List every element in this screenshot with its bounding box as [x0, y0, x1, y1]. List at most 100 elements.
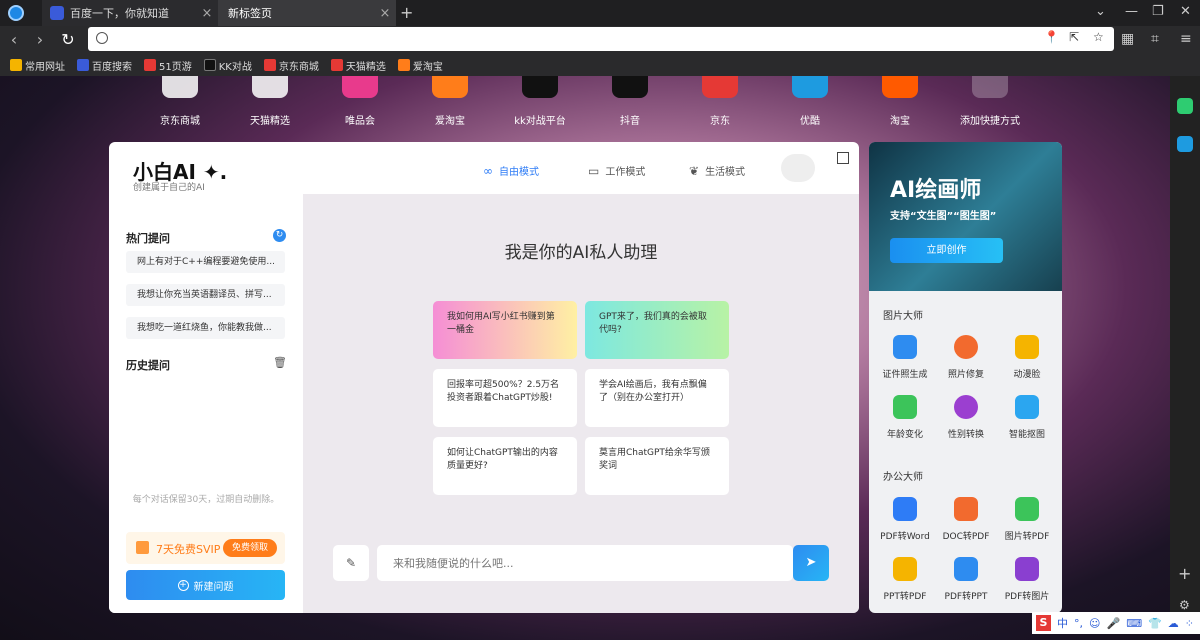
- tool-image-to-pdf[interactable]: 图片转PDF: [996, 497, 1058, 542]
- sogou-logo-icon[interactable]: S: [1036, 615, 1052, 631]
- back-button[interactable]: ‹: [4, 30, 24, 49]
- ime-skin-icon[interactable]: 👕: [1148, 617, 1162, 630]
- tool-age-change[interactable]: 年龄变化: [874, 395, 936, 440]
- rail-add-icon[interactable]: +: [1178, 564, 1191, 583]
- bookmark-frequent[interactable]: 常用网址: [10, 58, 65, 73]
- apps-grid-icon[interactable]: ▦: [1121, 31, 1134, 47]
- ime-cloud-icon[interactable]: ☁: [1168, 617, 1179, 630]
- clear-broom-icon[interactable]: ✎: [333, 545, 369, 581]
- forward-button[interactable]: ›: [30, 30, 50, 49]
- monitor-icon: ▭: [588, 163, 600, 178]
- refresh-button[interactable]: ↻: [58, 30, 78, 49]
- ime-grid-icon[interactable]: ⁘: [1185, 617, 1194, 630]
- bookmark-kk[interactable]: KK对战: [203, 58, 252, 73]
- tab-list-icon[interactable]: ⌄: [1095, 4, 1106, 19]
- create-now-button[interactable]: 立即创作: [890, 238, 1003, 263]
- bookmark-baidu[interactable]: 百度搜索: [77, 58, 132, 73]
- tool-id-photo[interactable]: 证件照生成: [874, 335, 936, 380]
- shortcut-vip[interactable]: 唯品会: [320, 76, 400, 127]
- shortcut-jd-mall[interactable]: 京东商城: [140, 76, 220, 127]
- 51-icon: [144, 59, 156, 71]
- bookmark-jd[interactable]: 京东商城: [263, 58, 319, 73]
- douyin-icon: [612, 76, 648, 98]
- ime-punct-icon[interactable]: °,: [1074, 617, 1083, 630]
- ime-lang-toggle[interactable]: 中: [1057, 615, 1068, 631]
- tool-gender-swap[interactable]: 性别转换: [935, 395, 997, 440]
- left-sidebar: 热门提问 ↻ 网上有对于C++编程要避免使用... 我想让你充当英语翻译员、拼写…: [109, 194, 303, 613]
- folder-icon: [10, 59, 22, 71]
- mode-life[interactable]: ❦ 生活模式: [689, 163, 745, 179]
- mode-free[interactable]: ∞ 自由模式: [483, 163, 539, 179]
- shortcut-aitaobao[interactable]: 爱淘宝: [410, 76, 490, 127]
- suggestion-card[interactable]: 回报率可超500%？2.5万名投资者跟着ChatGPT炒股!: [433, 369, 577, 427]
- hot-question-item[interactable]: 网上有对于C++编程要避免使用...: [126, 251, 285, 273]
- trash-icon[interactable]: 🗑: [273, 356, 287, 369]
- tab-close-icon[interactable]: ×: [196, 6, 218, 21]
- tool-anime-face[interactable]: 动漫脸: [996, 335, 1058, 380]
- tool-pdf-to-image[interactable]: PDF转图片: [996, 557, 1058, 602]
- jd-icon: [263, 59, 276, 71]
- suggestion-card[interactable]: 学会AI绘画后，我有点飘偏了（别在办公室打开）: [585, 369, 729, 427]
- tab-baidu[interactable]: 百度一下，你就知道 ×: [42, 0, 218, 26]
- address-input[interactable]: [112, 30, 1012, 48]
- baidu-favicon-icon: [50, 6, 64, 20]
- bookmark-51yeyou[interactable]: 51页游: [144, 58, 192, 73]
- shortcut-youku[interactable]: 优酷: [770, 76, 850, 127]
- tool-doc-to-pdf[interactable]: DOC转PDF: [935, 497, 997, 542]
- suggestion-card[interactable]: 莫言用ChatGPT给余华写颁奖词: [585, 437, 729, 495]
- new-question-button[interactable]: + 新建问题: [126, 570, 285, 600]
- pdf-to-word-icon: [893, 497, 917, 521]
- mascot-icon: [781, 154, 815, 182]
- pdf-to-ppt-icon: [954, 557, 978, 581]
- shortcut-tmall[interactable]: 天猫精选: [230, 76, 310, 127]
- shortcut-taobao[interactable]: 淘宝: [860, 76, 940, 127]
- share-icon[interactable]: ⇱: [1069, 30, 1079, 44]
- rail-cube-icon[interactable]: [1177, 136, 1193, 152]
- new-tab-button[interactable]: +: [400, 3, 413, 22]
- ime-keyboard-icon[interactable]: ⌨: [1126, 617, 1142, 630]
- bookmark-aitaobao[interactable]: 爱淘宝: [397, 58, 443, 73]
- tool-ppt-to-pdf[interactable]: PPT转PDF: [874, 557, 936, 602]
- suggestion-card[interactable]: 我如何用AI写小红书赚到第一桶金: [433, 301, 577, 359]
- tab-new-tab[interactable]: 新标签页 ×: [218, 0, 396, 26]
- youku-icon: [792, 76, 828, 98]
- suggestion-card[interactable]: 如何让ChatGPT输出的内容质量更好?: [433, 437, 577, 495]
- ime-emoji-icon[interactable]: ☺: [1089, 617, 1100, 630]
- mode-work[interactable]: ▭ 工作模式: [588, 163, 645, 179]
- maximize-button[interactable]: ❐: [1152, 4, 1164, 19]
- close-window-button[interactable]: ✕: [1180, 4, 1191, 19]
- refresh-icon[interactable]: ↻: [273, 229, 286, 242]
- hot-question-item[interactable]: 我想让你充当英语翻译员、拼写...: [126, 284, 285, 306]
- ai-assistant-panel: 小白AI ✦. 创建属于自己的AI ∞ 自由模式 ▭ 工作模式 ❦ 生活模式 热门提问…: [109, 142, 859, 613]
- shortcut-kk[interactable]: kk对战平台: [500, 76, 580, 127]
- menu-icon[interactable]: ≡: [1180, 31, 1192, 47]
- shortcut-jd[interactable]: 京东: [680, 76, 760, 127]
- bookmark-tmall[interactable]: 天猫精选: [330, 58, 386, 73]
- crop-icon[interactable]: ⌗: [1151, 31, 1159, 47]
- ime-mic-icon[interactable]: 🎤: [1106, 617, 1120, 630]
- ai-painter-banner: AI绘画师 支持“文生图”“图生图” 立即创作: [869, 142, 1062, 291]
- minimize-button[interactable]: —: [1125, 4, 1138, 19]
- pdf-to-image-icon: [1015, 557, 1039, 581]
- ppt-to-pdf-icon: [893, 557, 917, 581]
- chat-input[interactable]: [377, 545, 793, 581]
- rail-chat-icon[interactable]: [1177, 98, 1193, 114]
- tool-pdf-to-ppt[interactable]: PDF转PPT: [935, 557, 997, 602]
- expand-icon[interactable]: [837, 152, 849, 164]
- send-icon[interactable]: ➤: [793, 545, 829, 581]
- kk-icon: [203, 59, 216, 71]
- location-icon[interactable]: 📍: [1044, 30, 1059, 44]
- bookmark-star-icon[interactable]: ☆: [1093, 30, 1104, 44]
- shortcut-douyin[interactable]: 抖音: [590, 76, 670, 127]
- tool-pdf-to-word[interactable]: PDF转Word: [874, 497, 936, 542]
- rail-settings-icon[interactable]: ⚙: [1179, 598, 1190, 612]
- suggestion-card[interactable]: GPT来了，我们真的会被取代吗?: [585, 301, 729, 359]
- svip-claim-button[interactable]: 免费领取: [223, 539, 277, 557]
- tool-photo-repair[interactable]: 照片修复: [935, 335, 997, 380]
- address-bar[interactable]: 📍 ⇱ ☆: [88, 27, 1114, 51]
- tool-cutout[interactable]: 智能抠图: [996, 395, 1058, 440]
- retention-note: 每个对话保留30天，过期自动删除。: [132, 495, 280, 505]
- shortcut-add[interactable]: 添加快捷方式: [950, 76, 1030, 127]
- hot-question-item[interactable]: 我想吃一道红烧鱼，你能教我做...: [126, 317, 285, 339]
- tab-close-icon[interactable]: ×: [374, 6, 396, 21]
